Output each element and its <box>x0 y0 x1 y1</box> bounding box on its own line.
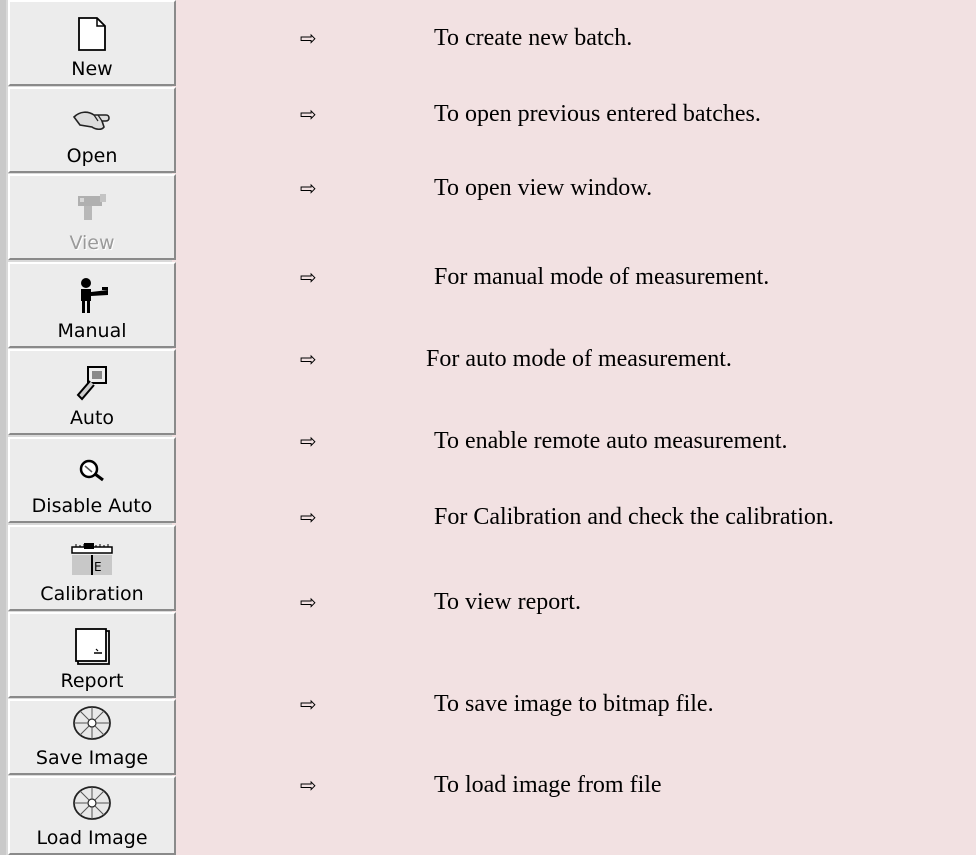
manual-icon <box>70 276 114 316</box>
auto-icon <box>70 363 114 403</box>
description-row: ⇨ To save image to bitmap file. <box>300 689 714 719</box>
toolbar: New Open View Manual Auto Disable Auto E <box>0 0 176 855</box>
description-row: ⇨ To view report. <box>300 587 581 617</box>
arrow-right-icon: ⇨ <box>300 773 317 797</box>
load-image-button[interactable]: Load Image <box>8 776 176 855</box>
open-hand-icon <box>70 101 114 141</box>
description-row: ⇨ To open previous entered batches. <box>300 99 761 129</box>
description-text: To enable remote auto measurement. <box>434 427 788 454</box>
auto-button[interactable]: Auto <box>8 349 176 435</box>
new-document-icon <box>70 14 114 54</box>
svg-text:E: E <box>94 560 102 574</box>
description-row: ⇨ To load image from file <box>300 770 662 800</box>
arrow-right-icon: ⇨ <box>300 692 317 716</box>
open-button[interactable]: Open <box>8 87 176 173</box>
new-button[interactable]: New <box>8 0 176 86</box>
report-button[interactable]: Report <box>8 612 176 698</box>
disc-icon <box>70 783 114 823</box>
arrow-right-icon: ⇨ <box>300 102 317 126</box>
auto-button-label: Auto <box>69 407 115 429</box>
description-text: To load image from file <box>434 771 662 798</box>
description-text: For auto mode of measurement. <box>426 345 732 372</box>
arrow-right-icon: ⇨ <box>300 590 317 614</box>
description-text: For manual mode of measurement. <box>434 263 770 290</box>
save-image-button-label: Save Image <box>35 747 149 769</box>
disc-icon <box>70 703 114 743</box>
arrow-right-icon: ⇨ <box>300 347 317 371</box>
calibration-ruler-icon: E <box>70 539 114 579</box>
description-text: To open previous entered batches. <box>434 100 761 127</box>
report-button-label: Report <box>60 670 124 692</box>
report-icon <box>70 626 114 666</box>
disable-auto-button[interactable]: Disable Auto <box>8 437 176 523</box>
save-image-button[interactable]: Save Image <box>8 699 176 775</box>
arrow-right-icon: ⇨ <box>300 26 317 50</box>
view-icon <box>70 188 114 228</box>
arrow-right-icon: ⇨ <box>300 429 317 453</box>
calibration-button[interactable]: E Calibration <box>8 525 176 611</box>
description-row: ⇨ For auto mode of measurement. <box>300 344 732 374</box>
open-button-label: Open <box>66 145 118 167</box>
view-button-label: View <box>69 232 115 254</box>
calibration-button-label: Calibration <box>40 583 144 605</box>
description-row: ⇨ For manual mode of measurement. <box>300 262 769 292</box>
disable-auto-button-label: Disable Auto <box>31 495 153 517</box>
load-image-button-label: Load Image <box>36 827 148 849</box>
description-text: To view report. <box>434 588 581 615</box>
magnifier-icon <box>70 451 114 491</box>
description-row: ⇨ To enable remote auto measurement. <box>300 426 788 456</box>
arrow-right-icon: ⇨ <box>300 176 317 200</box>
new-button-label: New <box>71 58 113 80</box>
arrow-right-icon: ⇨ <box>300 505 317 529</box>
description-text: To create new batch. <box>434 24 633 51</box>
description-row: ⇨ For Calibration and check the calibrat… <box>300 502 834 532</box>
view-button[interactable]: View <box>8 174 176 260</box>
description-text: To save image to bitmap file. <box>434 690 714 717</box>
description-row: ⇨ To create new batch. <box>300 23 632 53</box>
description-row: ⇨ To open view window. <box>300 173 652 203</box>
manual-button-label: Manual <box>57 320 127 342</box>
description-text: To open view window. <box>434 174 653 201</box>
description-text: For Calibration and check the calibratio… <box>434 503 834 530</box>
arrow-right-icon: ⇨ <box>300 265 317 289</box>
manual-button[interactable]: Manual <box>8 262 176 348</box>
